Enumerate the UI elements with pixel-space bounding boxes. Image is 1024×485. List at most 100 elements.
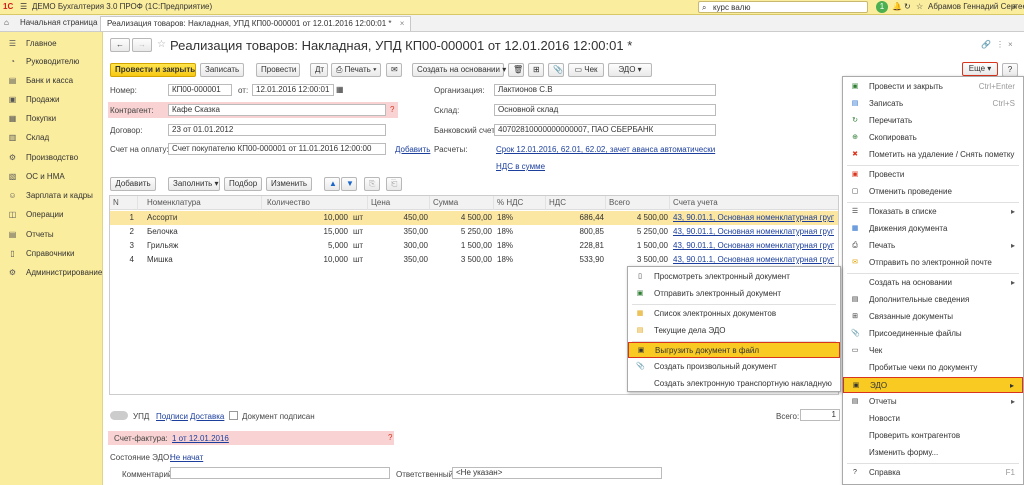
menu-item-post-close[interactable]: ▣ Провести и закрыть Ctrl+Enter: [843, 79, 1023, 95]
notification-badge[interactable]: 1: [876, 1, 888, 13]
edo-state-link[interactable]: Не начат: [170, 453, 203, 462]
change-button[interactable]: Изменить: [266, 177, 312, 191]
warehouse-field[interactable]: Основной склад: [494, 104, 716, 116]
sidebar-item-warehouse[interactable]: ▥ Склад: [0, 129, 103, 147]
cell-accounts[interactable]: 43, 90.01.1, Основная номенклатурная гру…: [670, 239, 834, 252]
more-button[interactable]: Еще ▾: [962, 62, 998, 76]
number-field[interactable]: КП00-000001: [168, 84, 232, 96]
question-icon[interactable]: ?: [388, 433, 392, 442]
post-and-close-button[interactable]: Провести и закрыть: [110, 63, 196, 77]
col-qty[interactable]: Количество: [264, 196, 368, 210]
sidebar-item-main[interactable]: ☰ Главное: [0, 35, 103, 53]
fill-button[interactable]: Заполнить ▾: [168, 177, 220, 191]
close-icon[interactable]: ×: [1008, 40, 1013, 49]
print-button[interactable]: ⎙ Печать ▾: [331, 63, 381, 77]
menu-item-reread[interactable]: ↻ Перечитать: [843, 113, 1023, 129]
user-name[interactable]: Абрамов Геннадий Сергеевич: [928, 2, 1024, 11]
col-n[interactable]: N: [110, 196, 138, 210]
edo-item-create-custom[interactable]: 📎 Создать произвольный документ: [628, 359, 840, 375]
col-accounts[interactable]: Счета учета: [670, 196, 838, 210]
add-invoice-link[interactable]: Добавить: [395, 145, 430, 154]
menu-item-unpost[interactable]: ▢ Отменить проведение: [843, 184, 1023, 200]
menu-item-copy[interactable]: ⊕ Скопировать: [843, 130, 1023, 146]
link-icon[interactable]: 🔗: [981, 40, 991, 49]
more-vert-icon[interactable]: ⋮: [996, 40, 1004, 49]
sidebar-item-manager[interactable]: ◔ Руководителю: [0, 53, 103, 71]
edo-item-current-tasks[interactable]: ▤ Текущие дела ЭДО: [628, 323, 840, 339]
edo-item-send[interactable]: ▣ Отправить электронный документ: [628, 286, 840, 302]
contract-field[interactable]: 23 от 01.01.2012: [168, 124, 386, 136]
tab-home[interactable]: Начальная страница: [14, 16, 103, 31]
organization-field[interactable]: Лактионов С.В: [494, 84, 716, 96]
col-price[interactable]: Цена: [368, 196, 430, 210]
col-vat-rate[interactable]: % НДС: [494, 196, 546, 210]
structure-icon[interactable]: ⊞: [528, 63, 544, 77]
responsible-field[interactable]: <Не указан>: [452, 467, 662, 479]
calendar-icon[interactable]: ▦: [336, 85, 344, 94]
dt-kt-icon[interactable]: Дт: [310, 63, 328, 77]
add-row-button[interactable]: Добавить: [110, 177, 156, 191]
cell-accounts[interactable]: 43, 90.01.1, Основная номенклатурная гру…: [670, 211, 834, 224]
search-input[interactable]: курс валю: [713, 3, 750, 12]
help-button[interactable]: ?: [1002, 63, 1018, 77]
check-button[interactable]: ▭ Чек: [568, 63, 604, 77]
close-icon[interactable]: ×: [400, 19, 405, 28]
attach-icon[interactable]: 📎: [548, 63, 564, 77]
menu-item-attached-files[interactable]: 📎 Присоединенные файлы: [843, 326, 1023, 342]
cell-accounts[interactable]: 43, 90.01.1, Основная номенклатурная гру…: [670, 253, 834, 266]
menu-item-send-email[interactable]: ✉ Отправить по электронной почте: [843, 255, 1023, 271]
menu-item-save[interactable]: ▤ Записать Ctrl+S: [843, 96, 1023, 112]
menu-item-check-counterparties[interactable]: Проверить контрагентов: [843, 428, 1023, 444]
star-icon[interactable]: ☆: [916, 2, 923, 11]
menu-item-mark-delete[interactable]: ✖ Пометить на удаление / Снять пометку: [843, 147, 1023, 163]
upd-toggle[interactable]: [110, 411, 128, 420]
comment-field[interactable]: [170, 467, 390, 479]
date-field[interactable]: 12.01.2016 12:00:01: [252, 84, 334, 96]
menu-item-post[interactable]: ▣ Провести: [843, 167, 1023, 183]
email-icon[interactable]: ✉: [386, 63, 402, 77]
move-down-icon[interactable]: ▼: [341, 177, 357, 191]
bell-icon[interactable]: 🔔: [892, 2, 902, 11]
search-box[interactable]: ⌕ курс валю: [698, 1, 868, 13]
counterparty-field[interactable]: Кафе Сказка: [168, 104, 386, 116]
history-icon[interactable]: ↻: [904, 2, 911, 11]
move-up-icon[interactable]: ▲: [324, 177, 340, 191]
post-button[interactable]: Провести: [256, 63, 300, 77]
save-button[interactable]: Записать: [200, 63, 244, 77]
menu-item-create-based[interactable]: Создать на основании ▸: [843, 275, 1023, 291]
sidebar-item-sales[interactable]: ▣ Продажи: [0, 91, 103, 109]
sidebar-item-catalogs[interactable]: ▯ Справочники: [0, 245, 103, 263]
menu-item-print[interactable]: ⎙ Печать ▸: [843, 238, 1023, 254]
edo-item-export-file[interactable]: ▣ Выгрузить документ в файл: [628, 342, 840, 358]
vat-link[interactable]: НДС в сумме: [496, 162, 545, 171]
col-sum[interactable]: Сумма: [430, 196, 494, 210]
menu-item-printed-checks[interactable]: Пробитые чеки по документу: [843, 360, 1023, 376]
tab-document[interactable]: Реализация товаров: Накладная, УПД КП00-…: [100, 16, 412, 31]
col-vat[interactable]: НДС: [546, 196, 606, 210]
menu-item-edo[interactable]: ▣ ЭДО ▸: [843, 377, 1023, 393]
sidebar-item-admin[interactable]: ⚙ Администрирование: [0, 264, 103, 282]
sidebar-item-operations[interactable]: ◫ Операции: [0, 206, 103, 224]
menu-item-reports[interactable]: ▤ Отчеты ▸: [843, 394, 1023, 410]
menu-icon[interactable]: ☰: [20, 2, 27, 11]
menu-item-show-list[interactable]: ☰ Показать в списке ▸: [843, 204, 1023, 220]
bank-account-field[interactable]: 40702810000000000007, ПАО СБЕРБАНК: [494, 124, 716, 136]
back-button[interactable]: ←: [110, 38, 130, 52]
window-menu-icon[interactable]: ≡: [1012, 2, 1017, 11]
menu-item-check[interactable]: ▭ Чек: [843, 343, 1023, 359]
sidebar-item-bank[interactable]: ▤ Банк и касса: [0, 72, 103, 90]
menu-item-help[interactable]: ? Справка F1: [843, 465, 1023, 481]
signatures-link[interactable]: Подписи: [156, 412, 188, 421]
sidebar-item-production[interactable]: ⚙ Производство: [0, 149, 103, 167]
menu-item-movements[interactable]: ▦ Движения документа: [843, 221, 1023, 237]
edo-item-create-waybill[interactable]: Создать электронную транспортную накладн…: [628, 376, 840, 392]
sidebar-item-purchases[interactable]: ▦ Покупки: [0, 110, 103, 128]
pick-button[interactable]: Подбор: [224, 177, 262, 191]
sidebar-item-reports[interactable]: ▤ Отчеты: [0, 226, 103, 244]
paste-icon[interactable]: ⎗: [386, 177, 402, 191]
edo-item-view[interactable]: ▯ Просмотреть электронный документ: [628, 269, 840, 285]
edo-button[interactable]: ЭДО ▾: [608, 63, 652, 77]
settlements-link[interactable]: Срок 12.01.2016, 62.01, 62.02, зачет ава…: [496, 145, 715, 154]
signed-checkbox[interactable]: [229, 411, 238, 420]
copy-icon[interactable]: ⎘: [364, 177, 380, 191]
